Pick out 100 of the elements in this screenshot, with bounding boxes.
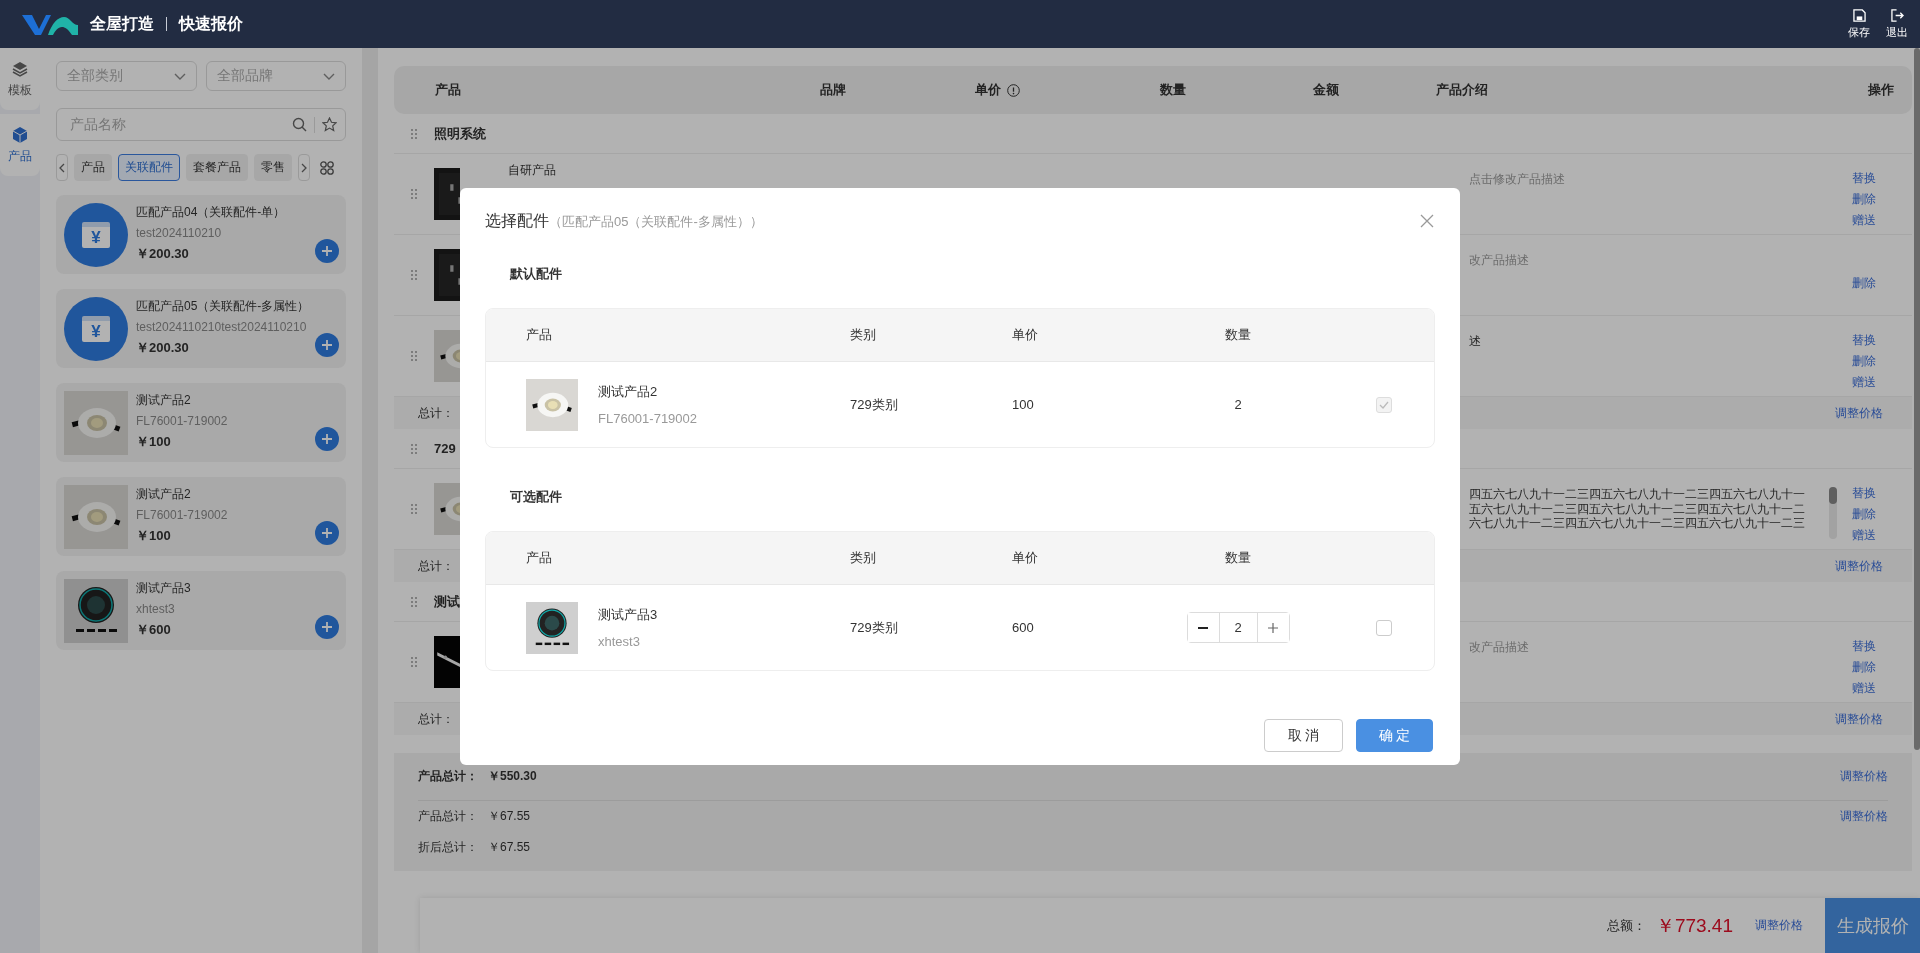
action-link[interactable]: 赠送 xyxy=(1852,212,1912,229)
product-price: ￥200.30 xyxy=(136,245,190,263)
table-cell-text: 600 xyxy=(1012,620,1035,635)
product-code: FL76001-719002 xyxy=(136,414,228,428)
product-code: FL76001-719002 xyxy=(136,508,228,522)
description-hint[interactable]: 点击修改产品描述 xyxy=(1469,172,1565,187)
section-title: 可选配件 xyxy=(509,488,563,506)
drag-handle-icon xyxy=(411,128,417,139)
product-card[interactable]: 测试产品2 FL76001-719002 ￥100 xyxy=(56,477,346,556)
scroll-left-button[interactable] xyxy=(56,154,68,181)
product-card[interactable]: ¥ 匹配产品04（关联配件-单） test2024110210 ￥200.30 xyxy=(56,195,346,274)
search-field[interactable]: 产品名称 xyxy=(56,108,346,141)
product-card[interactable]: 测试产品3 xhtest3 ￥600 xyxy=(56,571,346,650)
action-link[interactable]: 替换 xyxy=(1852,638,1912,655)
action-link[interactable]: 删除 xyxy=(1852,659,1912,676)
action-link[interactable]: 删除 xyxy=(1852,275,1912,292)
category-tab[interactable]: 产品 xyxy=(74,154,112,181)
action-link[interactable]: 替换 xyxy=(1852,170,1912,187)
action-link[interactable]: 替换 xyxy=(1852,332,1912,349)
adjust-price-link[interactable]: 调整价格 xyxy=(1835,557,1883,575)
dropdown[interactable]: 全部品牌 xyxy=(205,61,346,91)
adjust-price-link[interactable]: 调整价格 xyxy=(1840,768,1888,785)
subtotal-label: 总计： xyxy=(418,404,454,422)
summary-value: ￥67.55 xyxy=(488,808,531,825)
product-code: test2024110210test2024110210 xyxy=(136,320,308,334)
product-name: 匹配产品05（关联配件-多属性） xyxy=(136,298,310,315)
drag-handle-icon xyxy=(411,189,417,199)
close-icon[interactable] xyxy=(1420,214,1434,228)
column-header: 数量 xyxy=(1224,326,1252,344)
product-code: xhtest3 xyxy=(136,602,176,616)
product-name: 自研产品 xyxy=(508,163,556,177)
scrollbar[interactable] xyxy=(1914,48,1920,750)
column-header: 类别 xyxy=(850,549,877,567)
quantity-value: 2 xyxy=(1218,613,1258,642)
scroll-right-button[interactable] xyxy=(298,154,310,181)
scrollbar[interactable] xyxy=(1829,487,1837,539)
product-code: xhtest3 xyxy=(598,634,641,649)
category-tab[interactable]: 套餐产品 xyxy=(186,154,248,181)
action-link[interactable]: 删除 xyxy=(1852,353,1912,370)
description-hint[interactable]: 改产品描述 xyxy=(1469,253,1529,268)
summary-label: 产品总计： xyxy=(418,808,478,825)
column-header: 单价 xyxy=(1012,326,1039,344)
dialog-title: 选择配件 xyxy=(485,211,549,229)
action-link[interactable]: 赠送 xyxy=(1852,680,1912,697)
column-header: 类别 xyxy=(850,326,877,344)
add-button[interactable] xyxy=(315,615,339,639)
plus-icon xyxy=(321,245,333,257)
summary-value: ￥550.30 xyxy=(488,768,537,785)
action-link[interactable]: 替换 xyxy=(1852,485,1912,502)
plus-icon xyxy=(321,339,333,351)
rail-tab[interactable]: 产品 xyxy=(0,114,40,176)
rail-tab[interactable]: 模板 xyxy=(0,48,40,110)
add-button[interactable] xyxy=(315,239,339,263)
adjust-price-link[interactable]: 调整价格 xyxy=(1835,710,1883,728)
confirm-button[interactable]: 确 定 xyxy=(1356,719,1433,752)
category-tab[interactable]: 零售 xyxy=(254,154,292,181)
cube-icon xyxy=(11,125,29,144)
product-name: 测试产品2 xyxy=(136,486,192,503)
adjust-price-link[interactable]: 调整价格 xyxy=(1755,917,1803,934)
save-button[interactable]: 保存 xyxy=(1848,8,1870,40)
group-title: 照明系统 xyxy=(434,124,486,143)
column-header: 单价 xyxy=(1012,549,1039,567)
description-text: 述 xyxy=(1469,334,1481,349)
grid-icon[interactable] xyxy=(320,160,334,175)
add-button[interactable] xyxy=(315,333,339,357)
product-card[interactable]: 测试产品2 FL76001-719002 ￥100 xyxy=(56,383,346,462)
action-link[interactable]: 删除 xyxy=(1852,191,1912,208)
product-code: FL76001-719002 xyxy=(598,411,698,426)
description-hint[interactable]: 改产品描述 xyxy=(1469,640,1529,655)
exit-icon xyxy=(1890,8,1904,22)
product-name: 测试产品3 xyxy=(136,580,191,597)
action-link[interactable]: 删除 xyxy=(1852,506,1912,523)
description-text: 四五六七八九十一二三四五六七八九十一二三四五六七八九十一 xyxy=(1469,487,1805,502)
category-tab[interactable]: 关联配件 xyxy=(118,154,180,181)
app-title: 全屋打造 xyxy=(90,13,154,34)
total-amount: ￥773.41 xyxy=(1655,913,1733,938)
add-button[interactable] xyxy=(315,521,339,545)
plus-icon xyxy=(321,527,333,539)
column-header: 数量 xyxy=(1160,81,1186,99)
summary-value: ￥67.55 xyxy=(488,839,531,856)
adjust-price-link[interactable]: 调整价格 xyxy=(1840,808,1888,825)
quantity-stepper[interactable]: 2 xyxy=(1186,612,1290,643)
checkbox[interactable] xyxy=(1376,619,1392,636)
logo-icon xyxy=(22,12,78,36)
dropdown[interactable]: 全部类别 xyxy=(56,61,197,91)
generate-quote-button[interactable]: 生成报价 xyxy=(1825,898,1920,953)
action-link[interactable]: 赠送 xyxy=(1852,527,1912,544)
layers-icon xyxy=(11,59,29,78)
product-price: ￥100 xyxy=(136,433,172,451)
column-header: 单价 xyxy=(975,81,1001,99)
adjust-price-link[interactable]: 调整价格 xyxy=(1835,404,1883,422)
chevron-left-icon xyxy=(58,162,66,173)
action-link[interactable]: 赠送 xyxy=(1852,374,1912,391)
product-card[interactable]: ¥ 匹配产品05（关联配件-多属性） test2024110210test2024110210 ￥200.30 xyxy=(56,289,346,368)
add-button[interactable] xyxy=(315,427,339,451)
product-code: test2024110210 xyxy=(136,226,223,240)
table-cell-text: 100 xyxy=(1012,397,1035,412)
logout-button[interactable]: 退出 xyxy=(1886,8,1908,40)
cancel-button[interactable]: 取 消 xyxy=(1264,719,1343,752)
column-header: 操作 xyxy=(1868,81,1894,99)
